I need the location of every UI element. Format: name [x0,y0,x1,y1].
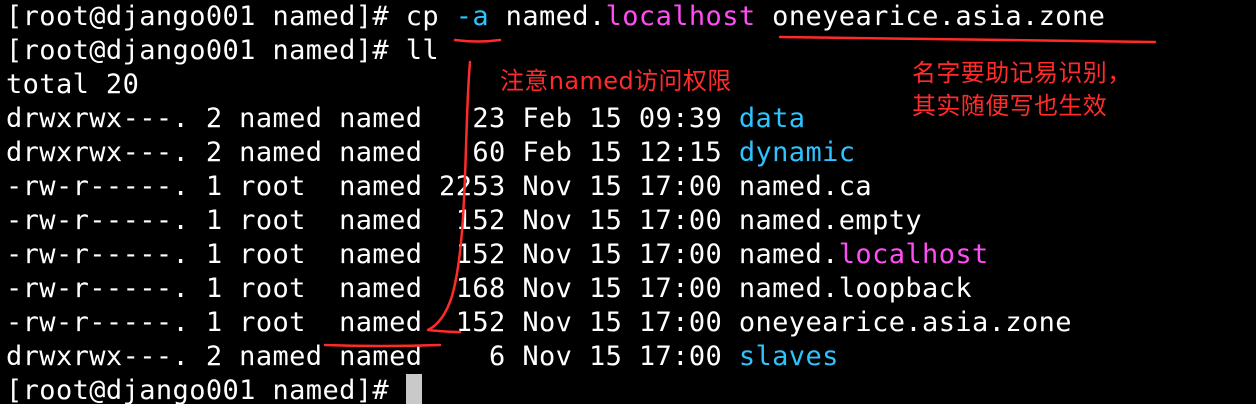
command-text: ll [405,35,440,66]
command-arg-highlight: localhost [605,1,756,32]
listing-row: drwxrwx---. 2 named named 23 Feb 15 09:3… [6,102,805,136]
annotation-name-note-line1: 名字要助记易识别， [912,59,1132,87]
command-arg: named. [489,1,606,32]
listing-row: drwxrwx---. 2 named named 6 Nov 15 17:00… [6,340,839,374]
listing-file-name: named.ca [738,171,873,202]
listing-row: -rw-r-----. 1 root named 152 Nov 15 17:0… [6,306,1072,340]
listing-meta: drwxrwx---. 2 named named 23 Feb 15 09:3… [6,103,739,134]
shell-prompt: [root@django001 named]# [6,35,406,66]
listing-dir-name: data [738,103,806,134]
listing-dir-name: slaves [738,341,839,372]
terminal-window[interactable]: [root@django001 named]# cp -a named.loca… [0,0,1256,404]
listing-row: -rw-r-----. 1 root named 2253 Nov 15 17:… [6,170,872,204]
listing-file-name: named.empty [738,205,923,236]
command-line-prompt[interactable]: [root@django001 named]# [6,374,422,404]
command-text: cp [405,1,456,32]
listing-file-name: named. [738,239,839,270]
command-line-cp: [root@django001 named]# cp -a named.loca… [6,0,1105,34]
text-cursor [405,374,422,404]
listing-row: -rw-r-----. 1 root named 152 Nov 15 17:0… [6,204,922,238]
listing-meta: -rw-r-----. 1 root named 168 Nov 15 17:0… [6,273,739,304]
listing-file-name: named.loopback [738,273,973,304]
command-flag: -a [455,1,490,32]
listing-meta: drwxrwx---. 2 named named 6 Nov 15 17:00 [6,341,739,372]
listing-row: -rw-r-----. 1 root named 168 Nov 15 17:0… [6,272,972,306]
listing-meta: -rw-r-----. 1 root named 152 Nov 15 17:0… [6,205,739,236]
listing-meta: drwxrwx---. 2 named named 60 Feb 15 12:1… [6,137,739,168]
annotation-permission-note: 注意named访问权限 [500,67,732,95]
listing-file-name-highlight: localhost [838,239,989,270]
listing-meta: -rw-r-----. 1 root named 2253 Nov 15 17:… [6,171,739,202]
listing-meta: -rw-r-----. 1 root named 152 Nov 15 17:0… [6,239,739,270]
underline-flag [453,38,502,43]
listing-file-name: oneyearice.asia.zone [738,307,1072,338]
underline-zone-name [778,35,1157,44]
listing-total: total 20 [6,69,140,100]
listing-dir-name: dynamic [738,137,856,168]
annotation-name-note-line2: 其实随便写也生效 [912,92,1108,120]
listing-row: -rw-r-----. 1 root named 152 Nov 15 17:0… [6,238,989,272]
listing-meta: -rw-r-----. 1 root named 152 Nov 15 17:0… [6,307,739,338]
command-line-ll: [root@django001 named]# ll [6,34,439,68]
shell-prompt: [root@django001 named]# [6,1,406,32]
command-arg: oneyearice.asia.zone [755,1,1106,32]
listing-row: drwxrwx---. 2 named named 60 Feb 15 12:1… [6,136,855,170]
shell-prompt: [root@django001 named]# [6,375,406,404]
